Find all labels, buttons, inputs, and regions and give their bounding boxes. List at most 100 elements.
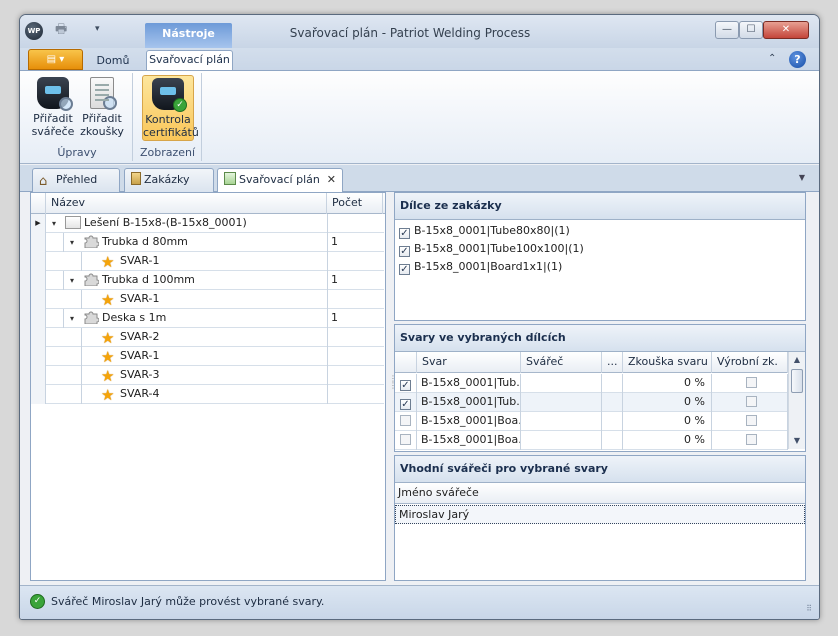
tree-node[interactable]: ▾ Trubka d 80mm xyxy=(70,233,188,252)
tree-count xyxy=(327,290,383,309)
column-welder-name[interactable]: Jméno svářeče xyxy=(395,483,805,504)
tabs-dropdown-icon[interactable]: ▼ xyxy=(799,173,805,182)
part-label: B-15x8_0001|Tube80x80|(1) xyxy=(414,224,570,237)
minimize-button[interactable]: — xyxy=(715,21,739,39)
ribbon-group-edits: Přiřadit svářeče Přiřadit zkoušky Úpravy xyxy=(22,73,133,161)
document-tabs: ⌂ Přehled Zakázky Svařovací plán ✕ ▼ xyxy=(20,165,819,193)
scroll-thumb[interactable] xyxy=(791,369,803,393)
status-bar: ✓ Svářeč Miroslav Jarý může provést vybr… xyxy=(20,585,819,619)
part-label: B-15x8_0001|Tube100x100|(1) xyxy=(414,242,584,255)
help-icon[interactable]: ? xyxy=(789,51,806,68)
maximize-button[interactable]: ☐ xyxy=(739,21,763,39)
tree-row[interactable]: ▾ Trubka d 80mm 1 xyxy=(31,233,384,252)
weld-row[interactable]: B-15x8_0001|Boa... 0 % xyxy=(395,431,788,450)
tree-row[interactable]: ★ SVAR-2 xyxy=(31,328,384,347)
tree-count xyxy=(327,366,383,385)
collapse-chevron-icon[interactable]: ▾ xyxy=(70,234,80,252)
tree-row[interactable]: ▶ ▾ Lešení B-15x8-(B-15x8_0001) xyxy=(31,214,384,233)
welds-scrollbar[interactable]: ▲ ▼ xyxy=(788,352,805,449)
weld-production-cell xyxy=(712,374,788,393)
app-logo-icon[interactable]: WP xyxy=(25,22,43,40)
tree-row[interactable]: ★ SVAR-3 xyxy=(31,366,384,385)
welder-row[interactable]: Miroslav Jarý xyxy=(395,505,805,524)
tree-row[interactable]: ▾ Trubka d 100mm 1 xyxy=(31,271,384,290)
tree-node[interactable]: ★ SVAR-3 xyxy=(88,366,160,385)
scroll-up-icon[interactable]: ▲ xyxy=(789,352,805,368)
tree-indent xyxy=(46,366,82,385)
part-item[interactable]: ✓ B-15x8_0001|Tube80x80|(1) xyxy=(395,222,805,240)
star-icon: ★ xyxy=(101,329,115,347)
close-button[interactable]: ✕ xyxy=(763,21,809,39)
tree-row[interactable]: ▾ Deska s 1m 1 xyxy=(31,309,384,328)
production-test-checkbox[interactable] xyxy=(746,396,757,407)
tree-node-label: SVAR-3 xyxy=(120,368,160,381)
tab-home[interactable]: Domů xyxy=(90,52,136,71)
tree-node-label: SVAR-2 xyxy=(120,330,160,343)
part-item[interactable]: ✓ B-15x8_0001|Board1x1|(1) xyxy=(395,258,805,276)
tree-node[interactable]: ★ SVAR-1 xyxy=(88,290,160,309)
weld-row[interactable]: ✓ B-15x8_0001|Tub... 0 % xyxy=(395,374,788,393)
column-weld[interactable]: Svar xyxy=(417,352,521,373)
weld-checkbox[interactable] xyxy=(400,434,411,445)
column-welder[interactable]: Svářeč xyxy=(521,352,602,373)
test-doc-icon xyxy=(90,77,117,110)
column-more[interactable]: ... xyxy=(602,352,623,373)
tree-node[interactable]: ★ SVAR-2 xyxy=(88,328,160,347)
weld-row[interactable]: ✓ B-15x8_0001|Tub... 0 % xyxy=(395,393,788,412)
tree-count: 1 xyxy=(327,233,383,252)
tree-node[interactable]: ★ SVAR-4 xyxy=(88,385,160,404)
column-production-test[interactable]: Výrobní zk. xyxy=(712,352,788,373)
print-icon[interactable]: 🖶 xyxy=(55,23,71,37)
weld-checkbox[interactable]: ✓ xyxy=(400,399,411,410)
puzzle-icon xyxy=(83,310,100,325)
column-name[interactable]: Název xyxy=(46,193,327,214)
production-test-checkbox[interactable] xyxy=(746,377,757,388)
part-checkbox[interactable]: ✓ xyxy=(399,228,410,239)
scroll-down-icon[interactable]: ▼ xyxy=(789,433,805,449)
collapse-chevron-icon[interactable]: ▾ xyxy=(70,272,80,290)
app-menu-button[interactable]: ▤ ▾ xyxy=(28,49,83,70)
tree-node-label: Trubka d 100mm xyxy=(102,273,195,286)
quick-access-dropdown-icon[interactable]: ▾ xyxy=(95,24,100,34)
assign-tests-button[interactable]: Přiřadit zkoušky xyxy=(80,75,124,141)
tree-row[interactable]: ★ SVAR-1 xyxy=(31,347,384,366)
production-test-checkbox[interactable] xyxy=(746,415,757,426)
doc-tab-welding-plan[interactable]: Svařovací plán ✕ xyxy=(217,168,343,193)
tree-indent xyxy=(46,347,82,366)
resize-grip-icon[interactable]: ⠿ xyxy=(806,604,812,613)
tree-node[interactable]: ▾ Lešení B-15x8-(B-15x8_0001) xyxy=(52,214,247,233)
star-icon: ★ xyxy=(101,291,115,309)
doc-tab-orders[interactable]: Zakázky xyxy=(124,168,214,192)
tab-welding-plan[interactable]: Svařovací plán xyxy=(146,50,233,71)
tree-row[interactable]: ★ SVAR-1 xyxy=(31,252,384,271)
tree-row[interactable]: ★ SVAR-4 xyxy=(31,385,384,404)
part-checkbox[interactable]: ✓ xyxy=(399,246,410,257)
weld-test-cell: 0 % xyxy=(623,393,712,412)
weld-more-cell xyxy=(602,431,623,450)
welder-mask-icon xyxy=(37,77,73,111)
column-count[interactable]: Počet xyxy=(327,193,383,214)
collapse-chevron-icon[interactable]: ▾ xyxy=(70,310,80,328)
tree-indent xyxy=(46,271,64,290)
tree-indent xyxy=(46,385,82,404)
tree-node[interactable]: ★ SVAR-1 xyxy=(88,347,160,366)
tree-row[interactable]: ★ SVAR-1 xyxy=(31,290,384,309)
tree-node[interactable]: ★ SVAR-1 xyxy=(88,252,160,271)
certificate-check-button[interactable]: ✓ Kontrola certifikátů xyxy=(142,75,199,141)
part-item[interactable]: ✓ B-15x8_0001|Tube100x100|(1) xyxy=(395,240,805,258)
close-tab-icon[interactable]: ✕ xyxy=(327,169,336,191)
weld-checkbox[interactable]: ✓ xyxy=(400,380,411,391)
assign-welders-button[interactable]: Přiřadit svářeče xyxy=(31,75,75,141)
weld-checkbox[interactable] xyxy=(400,415,411,426)
collapse-chevron-icon[interactable]: ▾ xyxy=(52,215,62,233)
doc-tab-overview[interactable]: ⌂ Přehled xyxy=(32,168,120,192)
part-checkbox[interactable]: ✓ xyxy=(399,264,410,275)
tree-node[interactable]: ▾ Trubka d 100mm xyxy=(70,271,195,290)
production-test-checkbox[interactable] xyxy=(746,434,757,445)
ribbon-collapse-icon[interactable]: ⌃ xyxy=(768,53,776,64)
welders-panel-title: Vhodní svářeči pro vybrané svary xyxy=(395,456,805,483)
column-weld-test[interactable]: Zkouška svaru xyxy=(623,352,712,373)
splitter-handle[interactable]: ⋮ ⋮ xyxy=(389,375,397,405)
weld-row[interactable]: B-15x8_0001|Boa... 0 % xyxy=(395,412,788,431)
tree-node[interactable]: ▾ Deska s 1m xyxy=(70,309,166,328)
